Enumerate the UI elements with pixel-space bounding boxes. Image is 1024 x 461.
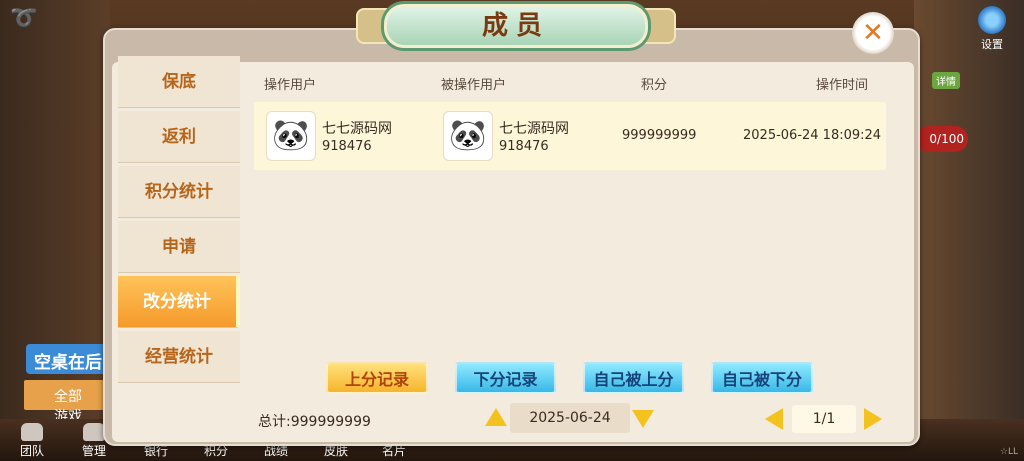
manage-icon: [83, 423, 105, 441]
header-operator: 操作用户: [264, 78, 317, 93]
menu-item-baodi[interactable]: 保底: [118, 56, 240, 108]
side-menu: 保底 返利 积分统计 申请 改分统计 经营统计: [118, 56, 240, 386]
dialog-title: 成员: [384, 4, 648, 48]
total-label: 总计:999999999: [258, 414, 371, 430]
detail-badge[interactable]: 详情: [932, 72, 960, 89]
points-value: 999999999: [622, 128, 697, 143]
background-right: [914, 0, 1024, 461]
next-page-arrow-icon[interactable]: [864, 408, 882, 430]
nav-team[interactable]: 团队: [12, 423, 52, 459]
settings-label: 设置: [981, 38, 1003, 51]
operation-time: 2025-06-24 18:09:24: [743, 128, 882, 143]
menu-item-apply[interactable]: 申请: [118, 221, 240, 273]
side-count-badge: 0/100: [916, 126, 968, 152]
operator-id: 918476: [322, 139, 372, 154]
menu-item-business-stats[interactable]: 经营统计: [118, 331, 240, 383]
close-icon: ✕: [862, 18, 884, 48]
date-down-arrow-icon[interactable]: [632, 410, 654, 428]
down-record-button[interactable]: 下分记录: [455, 362, 556, 394]
page-indicator: 1/1: [792, 405, 856, 433]
team-icon: [21, 423, 43, 441]
operator-name: 七七源码网: [322, 121, 392, 137]
self-up-button[interactable]: 自己被上分: [583, 362, 684, 394]
settings-button[interactable]: 设置: [968, 6, 1016, 51]
menu-item-rebate[interactable]: 返利: [118, 111, 240, 163]
target-avatar: 🐼: [443, 111, 493, 161]
target-name: 七七源码网: [499, 121, 569, 137]
menu-item-points-stats[interactable]: 积分统计: [118, 166, 240, 218]
menu-item-score-change-stats[interactable]: 改分统计: [118, 276, 240, 328]
header-target: 被操作用户: [441, 78, 507, 93]
panda-icon: 🐼: [272, 118, 310, 153]
watermark-logo: ☆LL: [999, 447, 1018, 457]
self-down-button[interactable]: 自己被下分: [711, 362, 813, 394]
up-record-button[interactable]: 上分记录: [326, 362, 428, 394]
target-id: 918476: [499, 139, 549, 154]
back-swirl-icon[interactable]: ➰: [10, 6, 66, 31]
date-display: 2025-06-24: [510, 403, 630, 433]
date-up-arrow-icon[interactable]: [485, 408, 507, 426]
operator-avatar: 🐼: [266, 111, 316, 161]
header-time: 操作时间: [816, 78, 869, 93]
prev-page-arrow-icon[interactable]: [765, 408, 783, 430]
gear-icon: [978, 6, 1006, 34]
panda-icon: 🐼: [449, 118, 487, 153]
header-points: 积分: [641, 78, 668, 93]
close-button[interactable]: ✕: [852, 12, 894, 54]
